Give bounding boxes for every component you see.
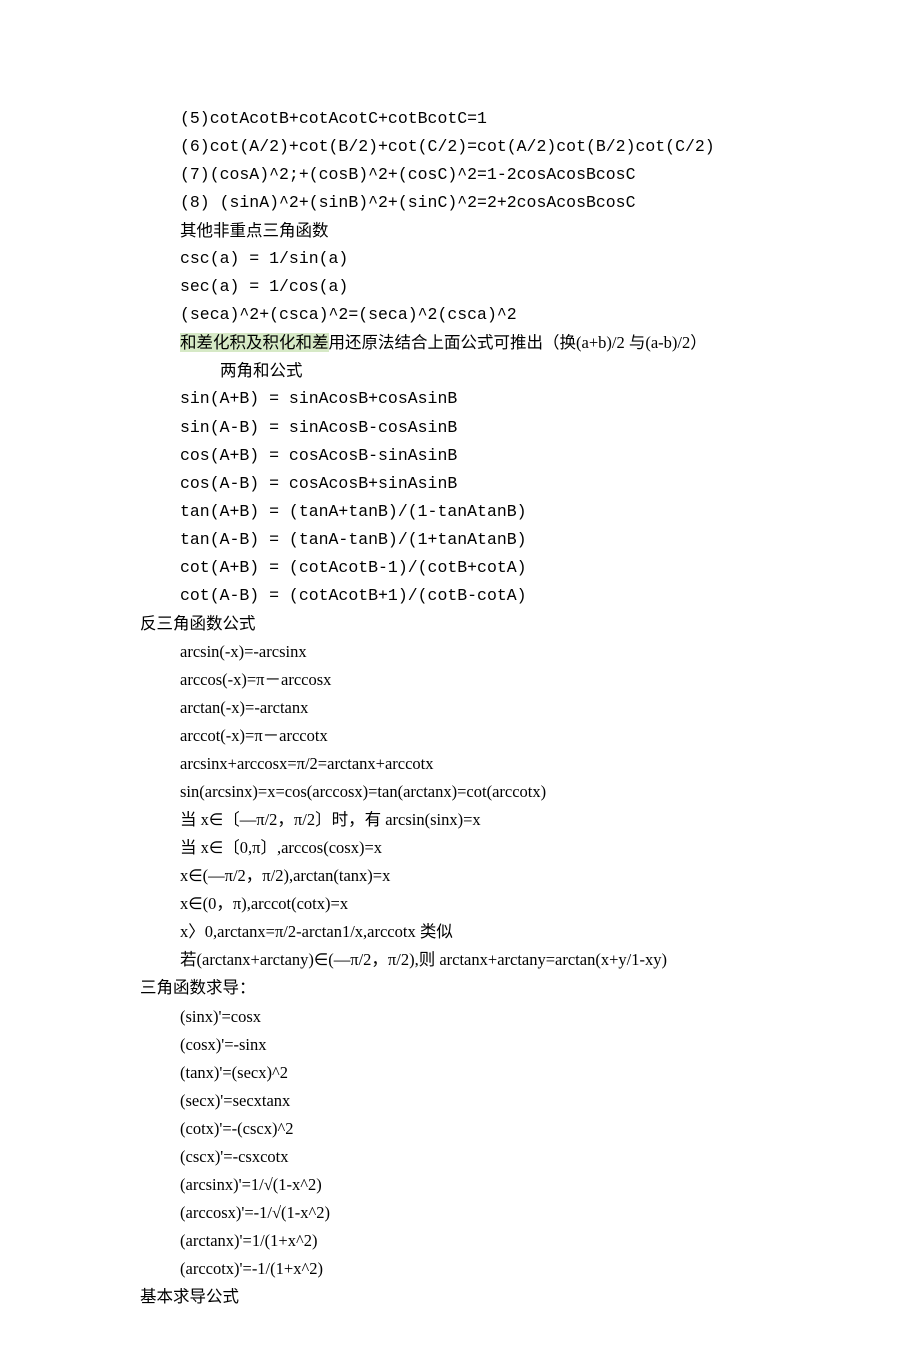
formula-line: (5)cotAcotB+cotAcotC+cotBcotC=1 [140, 105, 840, 133]
formula-line: cos(A-B) = cosAcosB+sinAsinB [140, 470, 840, 498]
formula-line: (arccosx)'=-1/√(1-x^2) [140, 1199, 840, 1227]
formula-line: (sinx)'=cosx [140, 1003, 840, 1031]
formula-line: (cotx)'=-(cscx)^2 [140, 1115, 840, 1143]
highlight-text: 和差化积及积化和差 [180, 333, 329, 352]
formula-line: cos(A+B) = cosAcosB-sinAsinB [140, 442, 840, 470]
note-rest: 用还原法结合上面公式可推出（换(a+b)/2 与(a-b)/2） [329, 333, 707, 352]
formula-line: sin(arcsinx)=x=cos(arccosx)=tan(arctanx)… [140, 778, 840, 806]
formula-line: x∈(—π/2，π/2),arctan(tanx)=x [140, 862, 840, 890]
formula-line: (8) (sinA)^2+(sinB)^2+(sinC)^2=2+2cosAco… [140, 189, 840, 217]
formula-line: (arctanx)'=1/(1+x^2) [140, 1227, 840, 1255]
sum-formula-heading: 两角和公式 [140, 357, 840, 385]
formula-line: x∈(0，π),arccot(cotx)=x [140, 890, 840, 918]
formula-line: cot(A+B) = (cotAcotB-1)/(cotB+cotA) [140, 554, 840, 582]
formula-line: (cscx)'=-csxcotx [140, 1143, 840, 1171]
formula-line: (secx)'=secxtanx [140, 1087, 840, 1115]
formula-line: (7)(cosA)^2;+(cosB)^2+(cosC)^2=1-2cosAco… [140, 161, 840, 189]
formula-line: (tanx)'=(secx)^2 [140, 1059, 840, 1087]
basic-derivative-heading: 基本求导公式 [140, 1283, 840, 1311]
formula-line: tan(A+B) = (tanA+tanB)/(1-tanAtanB) [140, 498, 840, 526]
formula-line: arcsin(-x)=-arcsinx [140, 638, 840, 666]
formula-line: 若(arctanx+arctany)∈(—π/2，π/2),则 arctanx+… [140, 946, 840, 974]
formula-line: arccos(-x)=π－arccosx [140, 666, 840, 694]
formula-line: (arccotx)'=-1/(1+x^2) [140, 1255, 840, 1283]
formula-line: csc(a) = 1/sin(a) [140, 245, 840, 273]
formula-line: (seca)^2+(csca)^2=(seca)^2(csca)^2 [140, 301, 840, 329]
formula-line: (arcsinx)'=1/√(1-x^2) [140, 1171, 840, 1199]
document-page: (5)cotAcotB+cotAcotC+cotBcotC=1 (6)cot(A… [0, 0, 920, 1371]
inverse-trig-heading: 反三角函数公式 [140, 610, 840, 638]
formula-line: 当 x∈〔0,π〕,arccos(cosx)=x [140, 834, 840, 862]
formula-line: arctan(-x)=-arctanx [140, 694, 840, 722]
trig-derivative-heading: 三角函数求导： [140, 974, 840, 1002]
formula-line: sin(A-B) = sinAcosB-cosAsinB [140, 414, 840, 442]
subheading-other-trig: 其他非重点三角函数 [140, 217, 840, 245]
formula-line: (6)cot(A/2)+cot(B/2)+cot(C/2)=cot(A/2)co… [140, 133, 840, 161]
formula-line: tan(A-B) = (tanA-tanB)/(1+tanAtanB) [140, 526, 840, 554]
formula-line: arcsinx+arccosx=π/2=arctanx+arccotx [140, 750, 840, 778]
formula-line: 当 x∈〔—π/2，π/2〕时，有 arcsin(sinx)=x [140, 806, 840, 834]
formula-line: cot(A-B) = (cotAcotB+1)/(cotB-cotA) [140, 582, 840, 610]
formula-line: arccot(-x)=π－arccotx [140, 722, 840, 750]
formula-line: sec(a) = 1/cos(a) [140, 273, 840, 301]
formula-line: x〉0,arctanx=π/2-arctan1/x,arccotx 类似 [140, 918, 840, 946]
sum-product-note: 和差化积及积化和差用还原法结合上面公式可推出（换(a+b)/2 与(a-b)/2… [140, 329, 840, 357]
formula-line: (cosx)'=-sinx [140, 1031, 840, 1059]
formula-line: sin(A+B) = sinAcosB+cosAsinB [140, 385, 840, 413]
